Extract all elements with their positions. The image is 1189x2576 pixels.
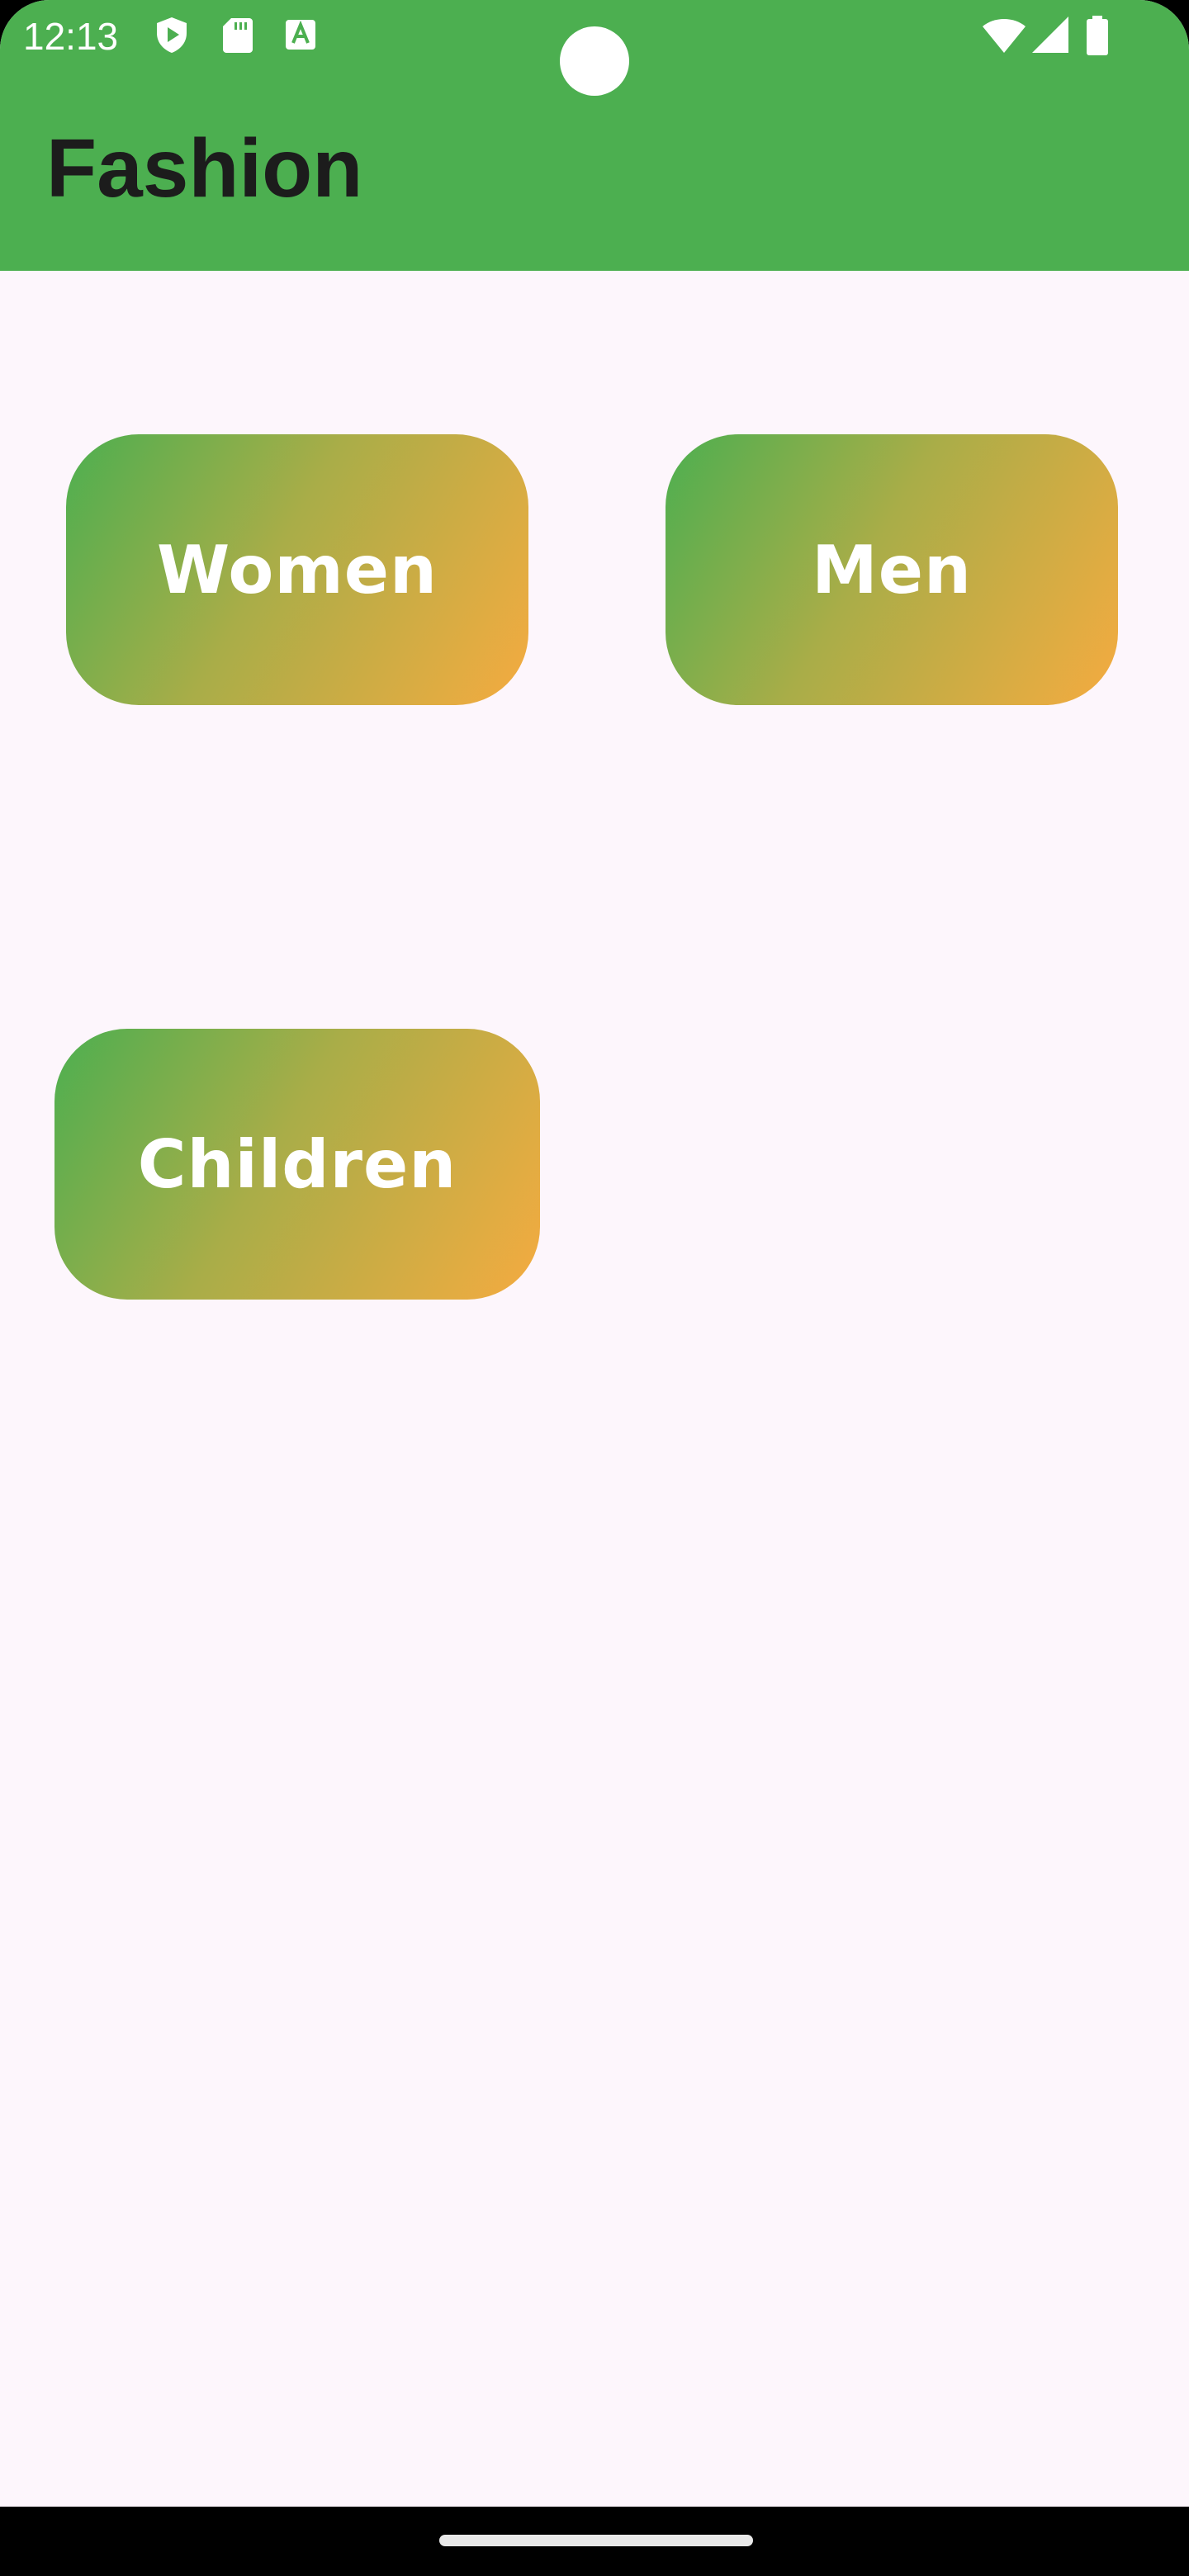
wifi-icon <box>983 19 1026 53</box>
app-screen: 12:13 Fashion Women Men Children <box>0 0 1189 2507</box>
status-time: 12:13 <box>23 15 119 58</box>
signal-icon <box>1032 17 1068 53</box>
category-children-button[interactable]: Children <box>54 1029 540 1300</box>
category-women-button[interactable]: Women <box>66 434 528 705</box>
font-a-icon <box>286 20 315 50</box>
battery-icon <box>1087 16 1108 55</box>
sd-card-icon <box>223 18 253 53</box>
page-title: Fashion <box>46 122 363 215</box>
category-label: Men <box>812 531 972 608</box>
play-protect-icon <box>157 17 187 53</box>
home-gesture-handle[interactable] <box>439 2535 753 2546</box>
app-bar: 12:13 Fashion <box>0 0 1189 271</box>
category-label: Children <box>137 1125 457 1203</box>
navigation-bar <box>0 2507 1189 2576</box>
category-men-button[interactable]: Men <box>666 434 1118 705</box>
category-label: Women <box>157 531 438 608</box>
camera-cutout <box>560 26 629 96</box>
